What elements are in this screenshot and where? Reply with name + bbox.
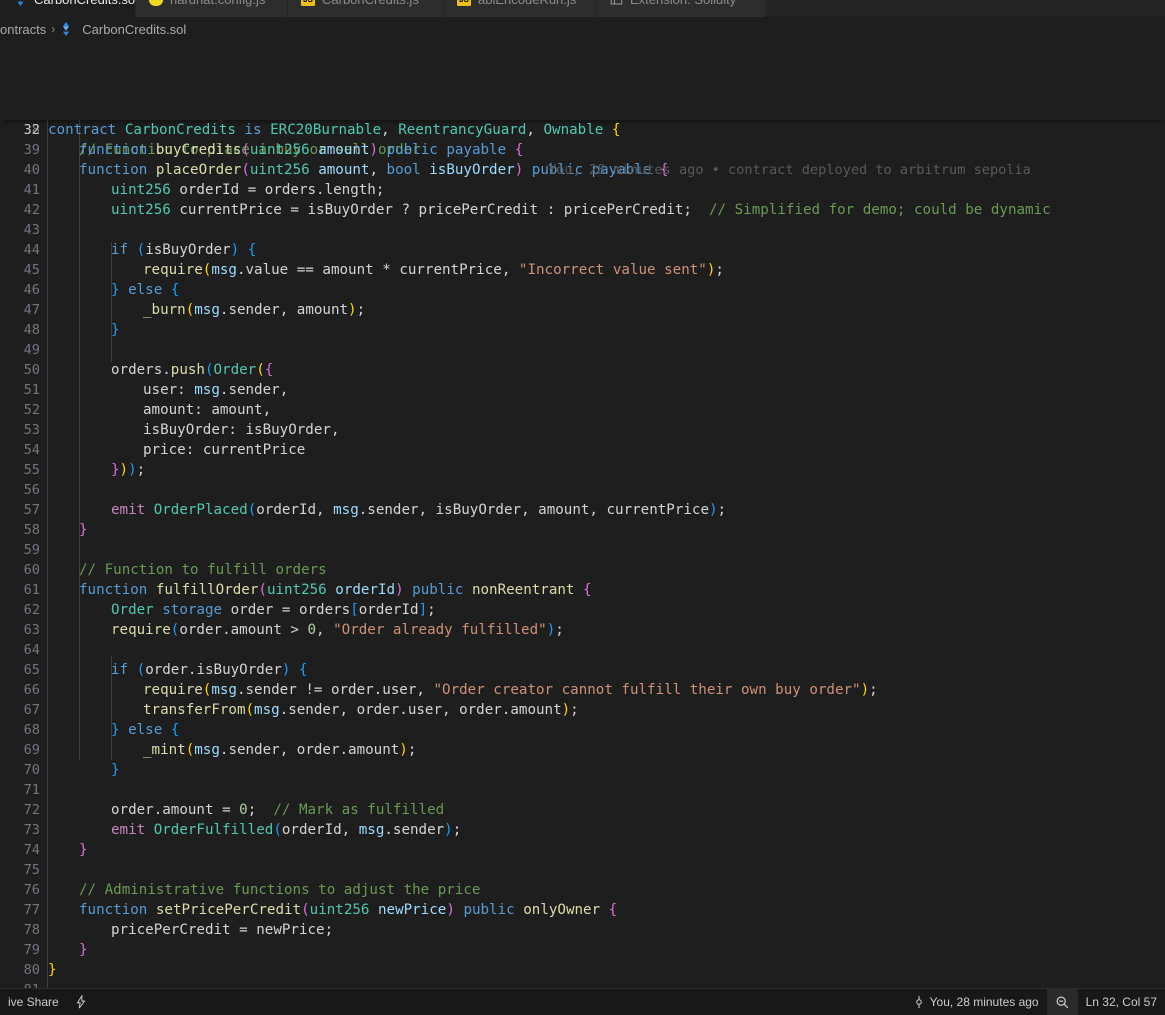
tab-label: Extension: Solidity <box>630 0 736 7</box>
editor-tab-bar: CarbonCredits.sol × hardhat.config.js JS… <box>0 0 1165 17</box>
code-line: 54 price: currentPrice <box>23 442 306 458</box>
code-line: 57 emit OrderPlaced(orderId, msg.sender, … <box>23 502 727 518</box>
status-search[interactable] <box>1046 988 1078 1015</box>
tab-label: abiEncodeRun.js <box>478 0 576 7</box>
code-line: 68} else { <box>23 722 180 738</box>
code-line: 42 uint256 currentPrice = isBuyOrder ? pr… <box>23 202 1051 218</box>
code-line: 52 amount: amount, <box>23 402 272 418</box>
code-line: 81 <box>0 980 1165 988</box>
tab-label: CarbonCredits.sol <box>34 0 138 7</box>
sticky-scroll: 8 contract CarbonCredits is ERC20Burnabl… <box>0 80 1165 178</box>
code-editor[interactable]: 8 contract CarbonCredits is ERC20Burnabl… <box>0 40 1165 988</box>
line-content: contract CarbonCredits is ERC20Burnable,… <box>48 122 621 138</box>
code-line: 43 <box>23 222 40 238</box>
sticky-line-32: 32 function buyCredits(uint256 amount) p… <box>0 100 1165 178</box>
tab-carboncredits-js[interactable]: JS CarbonCredits.js <box>288 0 444 17</box>
live-share-label: ive Share <box>8 995 59 1009</box>
code-line: 51 user: msg.sender, <box>23 382 289 398</box>
cursor-position-label: Ln 32, Col 57 <box>1085 995 1157 1009</box>
breadcrumb: ontracts › CarbonCredits.sol <box>0 18 1165 40</box>
git-blame-annotation: You, 28 minutes ago • contract deployed … <box>548 162 1031 178</box>
code-line: 44 if (isBuyOrder) { <box>23 242 257 258</box>
js-icon: JS <box>456 0 472 7</box>
code-line: 60// Function to fulfill orders <box>23 562 327 578</box>
breadcrumb-separator-icon: › <box>51 22 56 36</box>
code-line: 49 <box>23 342 40 358</box>
code-line: 47 _burn(msg.sender, amount); <box>23 302 366 318</box>
status-live-share-session[interactable] <box>67 989 95 1015</box>
code-line: 78 pricePerCredit = newPrice; <box>23 922 334 938</box>
code-line: 65 if (order.isBuyOrder) { <box>23 662 308 678</box>
breadcrumb-item-file[interactable]: CarbonCredits.sol <box>60 22 186 37</box>
solidity-icon <box>12 0 28 7</box>
code-line: 55})); <box>23 462 146 478</box>
js-icon: JS <box>300 0 316 7</box>
code-line: 70} <box>23 762 120 778</box>
extension-icon <box>608 0 624 7</box>
search-icon <box>1055 995 1070 1010</box>
status-live-share[interactable]: ive Share <box>0 989 67 1015</box>
status-bar: ive Share You, 28 minutes ago Ln 32, Col… <box>0 988 1165 1015</box>
code-line: 56 <box>23 482 40 498</box>
breadcrumb-item-folder[interactable]: ontracts <box>0 22 46 37</box>
code-line: 48} <box>23 322 120 338</box>
code-line: 67 transferFrom(msg.sender, order.user, o… <box>23 702 579 718</box>
code-line: 64 <box>23 642 40 658</box>
code-line: 79} <box>23 942 88 958</box>
git-blame-text: You, 28 minutes ago <box>929 995 1039 1009</box>
tab-label: hardhat.config.js <box>170 0 265 7</box>
sticky-line-8: 8 contract CarbonCredits is ERC20Burnabl… <box>0 80 1165 138</box>
live-share-icon <box>75 995 87 1009</box>
vscode-window: CarbonCredits.sol × hardhat.config.js JS… <box>0 0 1165 1015</box>
code-line: 69 _mint(msg.sender, order.amount); <box>23 742 417 758</box>
tab-hardhat-config-js[interactable]: hardhat.config.js <box>136 0 288 17</box>
code-line: 58} <box>23 522 88 538</box>
tab-carboncredits-sol[interactable]: CarbonCredits.sol × <box>0 0 158 17</box>
code-line: 45 require(msg.value == amount * currentP… <box>23 262 724 278</box>
code-line: 80} <box>23 962 57 978</box>
code-line: 66 require(msg.sender != order.user, "Ord… <box>23 682 878 698</box>
code-line: 77 function setPricePerCredit(uint256 new… <box>23 902 618 918</box>
code-line: 75 <box>23 862 40 878</box>
breadcrumb-folder-label: ontracts <box>0 21 47 37</box>
breadcrumb-file-label: CarbonCredits.sol <box>82 21 187 37</box>
code-line: 76// Administrative functions to adjust … <box>23 882 481 898</box>
code-line: 71 <box>23 782 40 798</box>
tab-abiencoderun-js[interactable]: JS abiEncodeRun.js <box>444 0 596 17</box>
git-commit-icon <box>913 995 925 1009</box>
hardhat-icon <box>148 0 164 7</box>
code-lines: 36emit Transfer(address(0), msg.sender, … <box>0 80 1165 988</box>
code-line: 59 <box>23 542 40 558</box>
code-line: 61 function fulfillOrder(uint256 orderId)… <box>23 582 592 598</box>
tab-label: CarbonCredits.js <box>322 0 419 7</box>
solidity-icon <box>60 22 72 36</box>
line-number: 32 <box>23 122 40 138</box>
code-line: 50 orders.push(Order({ <box>23 362 274 378</box>
status-cursor-position[interactable]: Ln 32, Col 57 <box>1078 989 1165 1015</box>
code-line: 73 emit OrderFulfilled(orderId, msg.sende… <box>23 822 462 838</box>
code-line: 63 require(order.amount > 0, "Order alrea… <box>23 622 564 638</box>
code-line: 62 Order storage order = orders[orderId]; <box>23 602 436 618</box>
tab-extension-solidity[interactable]: Extension: Solidity <box>596 0 766 17</box>
code-line: 41uint256 orderId = orders.length; <box>24 182 385 198</box>
code-line: 74} <box>23 842 88 858</box>
status-git-blame[interactable]: You, 28 minutes ago <box>905 989 1047 1015</box>
code-line: 72 order.amount = 0; // Mark as fulfilled <box>23 802 445 818</box>
code-line: 46} else { <box>23 282 180 298</box>
code-line: 53 isBuyOrder: isBuyOrder, <box>23 422 340 438</box>
